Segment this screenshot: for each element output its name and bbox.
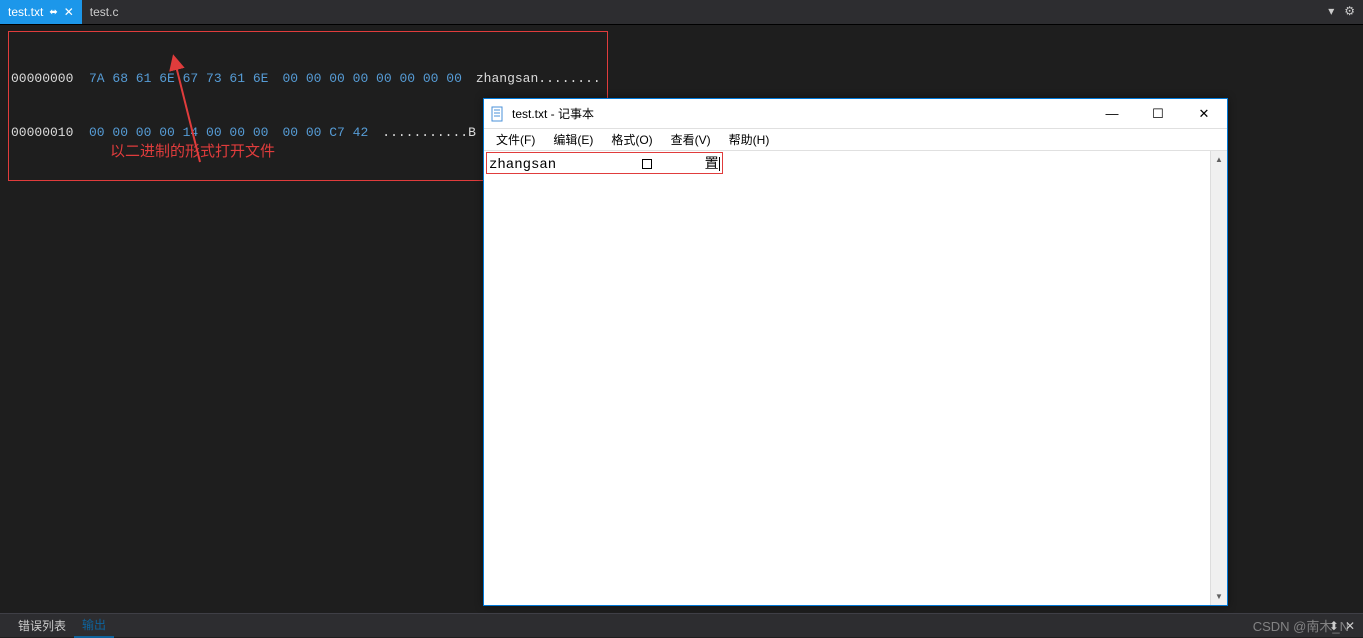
annotation-text: 以二进制的形式打开文件 [110, 140, 275, 161]
notepad-menu-bar: 文件(F) 编辑(E) 格式(O) 查看(V) 帮助(H) [484, 129, 1227, 151]
scrollbar-vertical[interactable]: ▲ ▼ [1210, 151, 1227, 605]
hex-ascii: ...........B [382, 124, 476, 142]
notepad-titlebar[interactable]: test.txt - 记事本 — ☐ ✕ [484, 99, 1227, 129]
notepad-text[interactable]: zhangsan 置 [484, 151, 1227, 175]
dropdown-icon[interactable]: ▾ [1328, 4, 1334, 18]
minimize-button[interactable]: — [1089, 99, 1135, 129]
notepad-title: test.txt - 记事本 [512, 105, 1089, 122]
gear-icon[interactable]: ⚙ [1344, 4, 1355, 18]
hex-row: 00000000 7A 68 61 6E 67 73 61 6E 00 00 0… [11, 70, 601, 88]
hex-bytes: 7A 68 61 6E 67 73 61 6E [89, 70, 268, 88]
close-icon[interactable]: ✕ [64, 5, 74, 19]
bottom-panel: 错误列表 输出 ⬍ ✕ [0, 613, 1363, 637]
panel-tab-output[interactable]: 输出 [74, 613, 114, 638]
tab-label: test.txt [8, 5, 43, 19]
menu-view[interactable]: 查看(V) [663, 129, 719, 150]
null-char-icon [642, 159, 652, 169]
text-content: zhangsan [489, 157, 556, 173]
notepad-window: test.txt - 记事本 — ☐ ✕ 文件(F) 编辑(E) 格式(O) 查… [483, 98, 1228, 606]
menu-edit[interactable]: 编辑(E) [545, 129, 601, 150]
top-right-controls: ▾ ⚙ [1328, 4, 1355, 18]
window-controls: — ☐ ✕ [1089, 99, 1227, 129]
panel-tab-errors[interactable]: 错误列表 [10, 614, 74, 637]
notepad-highlighted-text: zhangsan 置 [486, 152, 723, 174]
hex-offset: 00000000 [11, 70, 81, 88]
scroll-up-icon[interactable]: ▲ [1211, 151, 1227, 168]
scroll-down-icon[interactable]: ▼ [1211, 588, 1227, 605]
tab-test-txt[interactable]: test.txt ⬌ ✕ [0, 0, 82, 24]
hex-ascii: zhangsan........ [476, 70, 601, 88]
hex-bytes: 00 00 C7 42 [282, 124, 368, 142]
hex-bytes: 00 00 00 00 00 00 00 00 [282, 70, 461, 88]
tab-label: test.c [90, 5, 119, 19]
maximize-button[interactable]: ☐ [1135, 99, 1181, 129]
tab-bar: test.txt ⬌ ✕ test.c ▾ ⚙ [0, 0, 1363, 25]
text-content: 置 [705, 157, 719, 173]
menu-format[interactable]: 格式(O) [603, 129, 660, 150]
pin-icon[interactable]: ⬌ [49, 7, 57, 18]
tab-test-c[interactable]: test.c [82, 0, 127, 24]
notepad-app-icon [490, 106, 506, 122]
hex-offset: 00000010 [11, 124, 81, 142]
menu-help[interactable]: 帮助(H) [721, 129, 778, 150]
text-cursor [719, 157, 720, 171]
close-button[interactable]: ✕ [1181, 99, 1227, 129]
watermark: CSDN @南木_N [1253, 616, 1349, 635]
menu-file[interactable]: 文件(F) [488, 129, 543, 150]
notepad-content-area[interactable]: zhangsan 置 ▲ ▼ [484, 151, 1227, 605]
